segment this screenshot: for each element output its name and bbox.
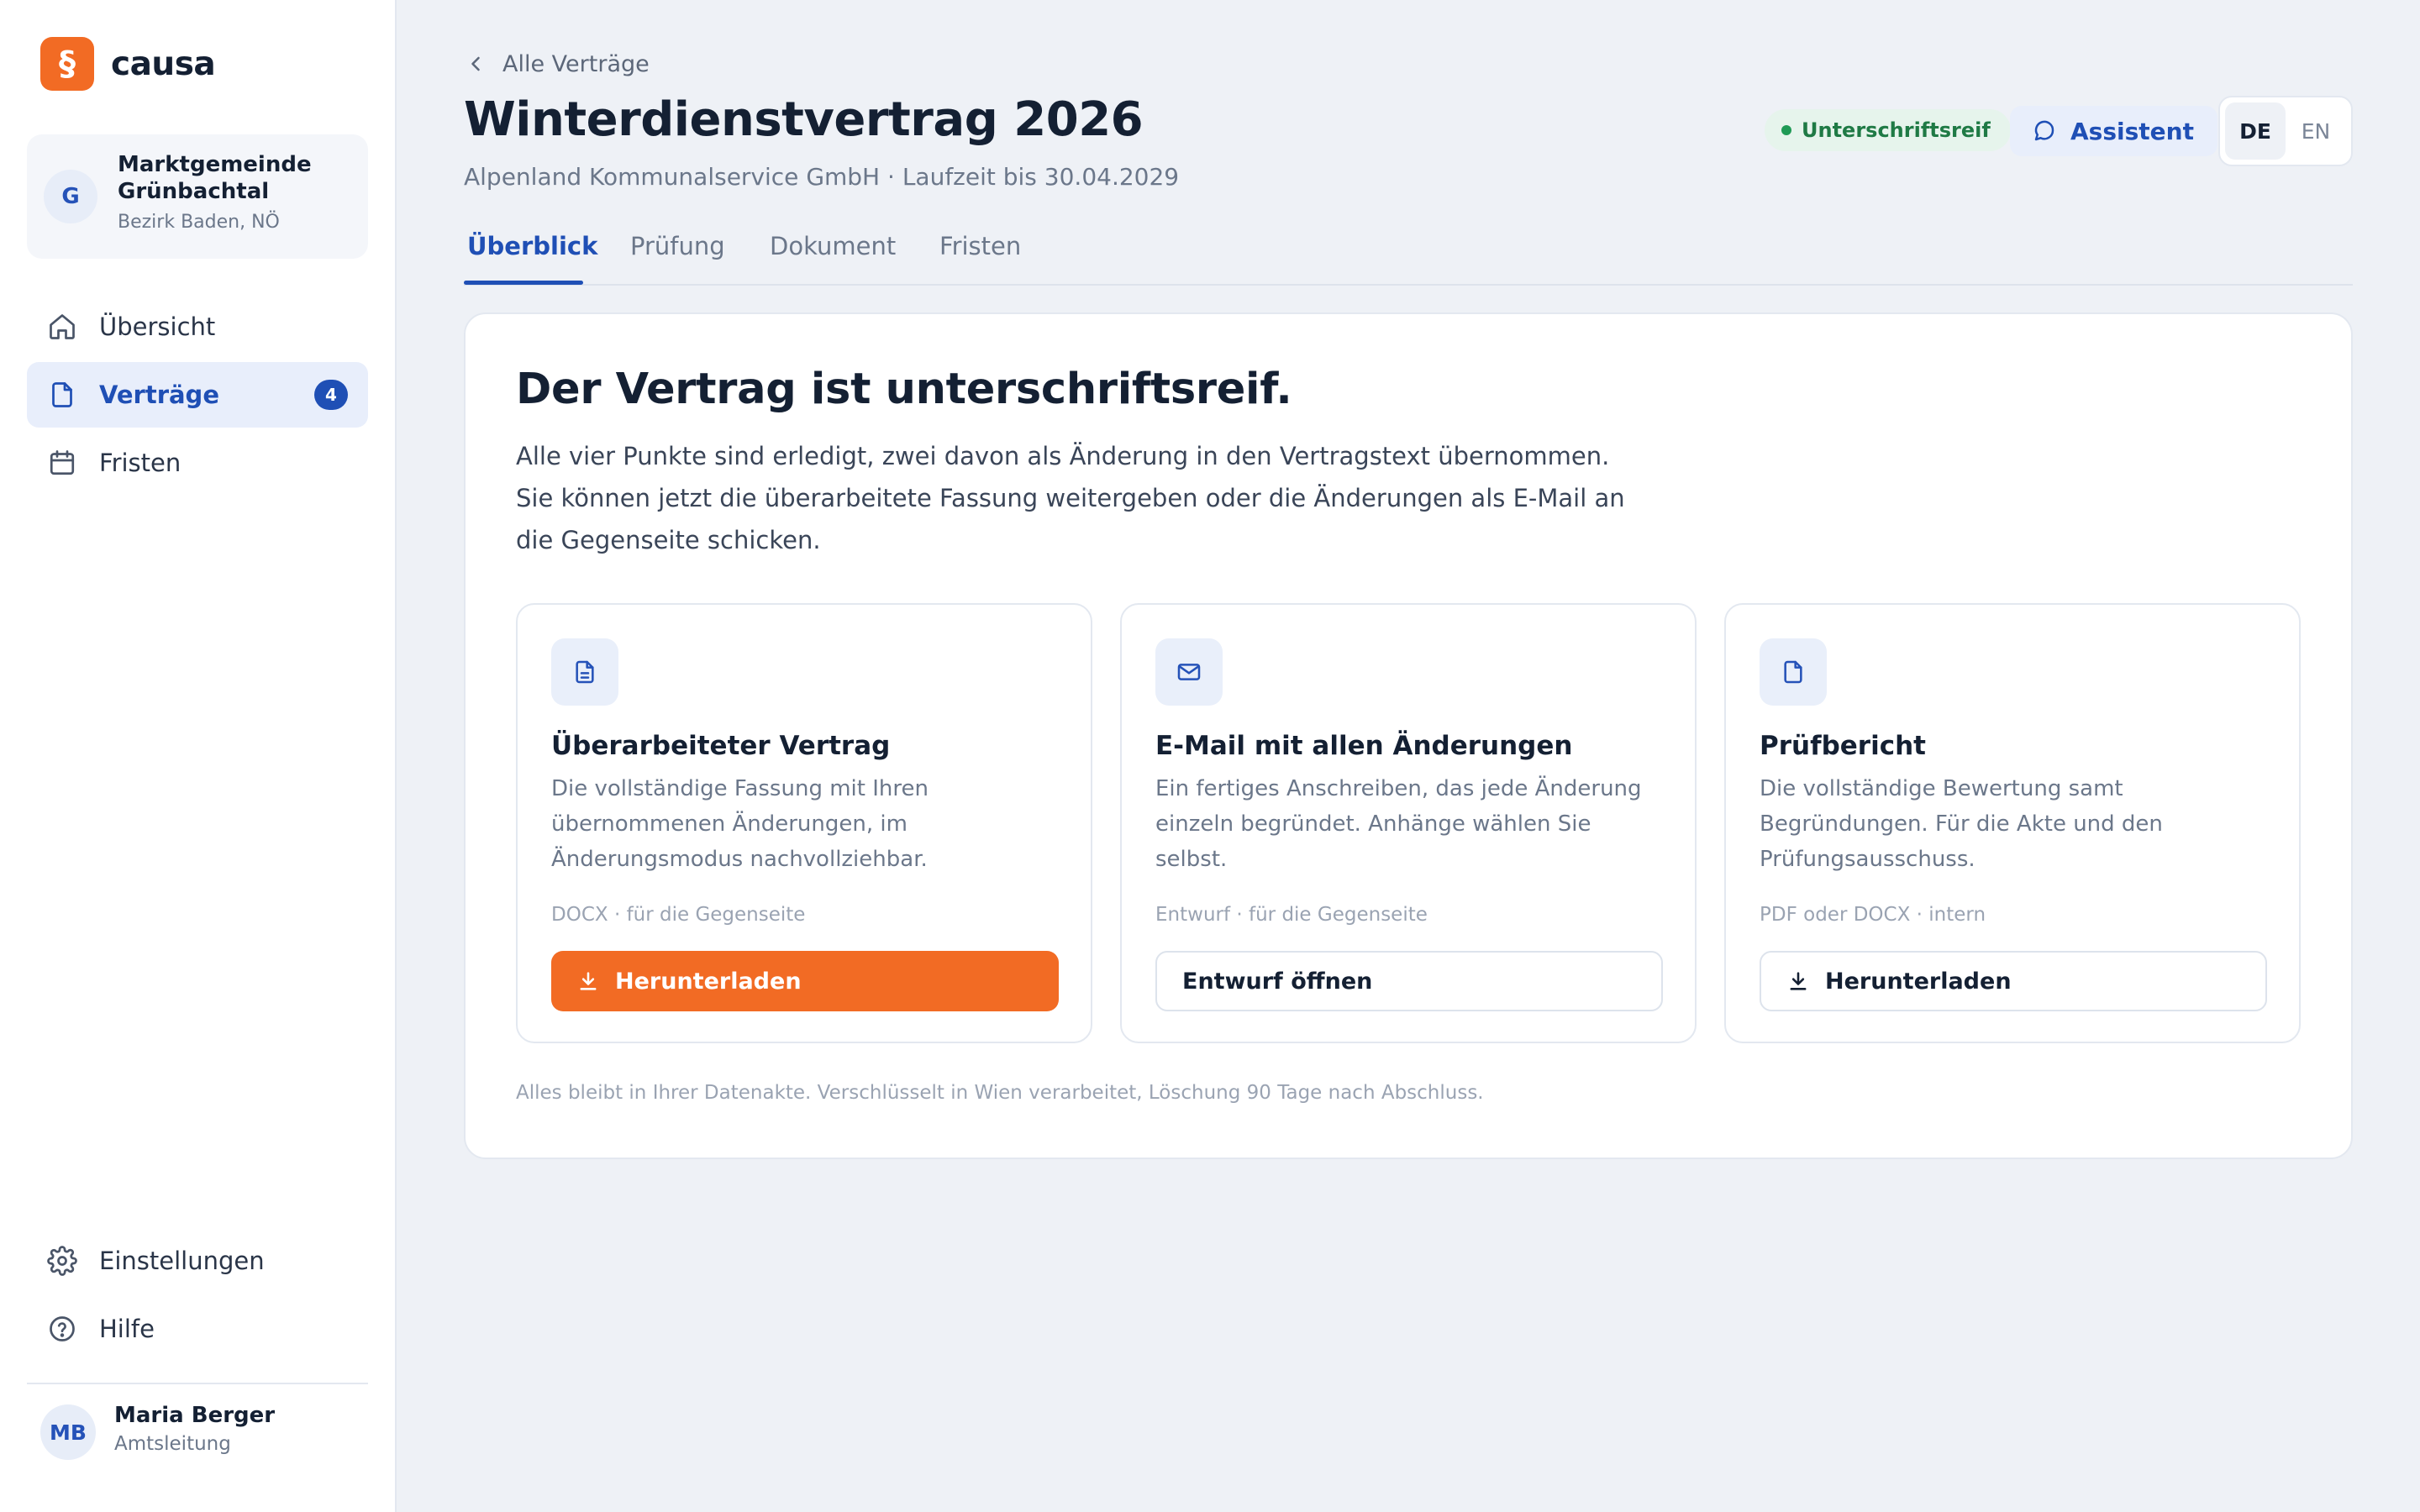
count-badge: 4 bbox=[314, 380, 348, 410]
button-label: Herunterladen bbox=[1825, 968, 2012, 995]
status-badge: Unterschriftsreif bbox=[1765, 109, 2011, 151]
language-toggle: DE EN bbox=[2218, 96, 2353, 166]
sidebar-item-uebersicht[interactable]: Übersicht bbox=[27, 294, 368, 360]
tab-pruefung[interactable]: Prüfung bbox=[630, 232, 725, 260]
brand-name: causa bbox=[111, 45, 216, 83]
gear-icon bbox=[47, 1246, 77, 1276]
card-audit-report: Prüfbericht Die vollständige Bewertung s… bbox=[1724, 603, 2301, 1043]
document-icon bbox=[52, 382, 72, 407]
sidebar-nav: Übersicht Verträge 4 Fristen bbox=[27, 294, 368, 498]
divider bbox=[27, 1383, 368, 1384]
brand-logo: § bbox=[40, 37, 94, 91]
tab-ueberblick[interactable]: Überblick bbox=[467, 232, 597, 260]
card-description: Die vollständige Bewertung samt Begründu… bbox=[1760, 776, 2163, 872]
card-title: Überarbeiteter Vertrag bbox=[551, 731, 891, 761]
sidebar-item-label: Fristen bbox=[99, 449, 182, 477]
sidebar-bottom-nav: Einstellungen Hilfe bbox=[27, 1228, 368, 1364]
card-revised-contract: Überarbeiteter Vertrag Die vollständige … bbox=[516, 603, 1092, 1043]
privacy-footnote: Alles bleibt in Ihrer Datenakte. Verschl… bbox=[516, 1082, 1484, 1104]
card-meta: PDF oder DOCX · intern bbox=[1760, 904, 1986, 926]
download-audit-report-button[interactable]: Herunterladen bbox=[1760, 951, 2267, 1011]
sidebar-item-vertraege[interactable]: Verträge 4 bbox=[27, 362, 368, 428]
back-link-label: Alle Verträge bbox=[502, 50, 650, 77]
open-draft-button[interactable]: Entwurf öffnen bbox=[1155, 951, 1663, 1011]
download-revised-contract-button[interactable]: Herunterladen bbox=[551, 951, 1059, 1011]
button-label: Herunterladen bbox=[615, 968, 802, 995]
organization-switcher[interactable]: G Marktgemeinde Grünbachtal Bezirk Baden… bbox=[27, 134, 368, 259]
language-option-de[interactable]: DE bbox=[2225, 102, 2286, 160]
tab-dokument[interactable]: Dokument bbox=[770, 232, 896, 260]
sidebar-item-label: Hilfe bbox=[99, 1315, 155, 1343]
sidebar-item-fristen[interactable]: Fristen bbox=[27, 430, 368, 496]
download-icon bbox=[580, 972, 597, 990]
assistant-button[interactable]: Assistent bbox=[2010, 106, 2217, 156]
chevron-left-icon bbox=[471, 56, 480, 71]
sidebar: § causa G Marktgemeinde Grünbachtal Bezi… bbox=[0, 0, 397, 1512]
download-icon bbox=[1790, 972, 1807, 990]
tab-fristen[interactable]: Fristen bbox=[939, 232, 1021, 260]
card-description: Ein fertiges Anschreiben, das jede Änder… bbox=[1155, 776, 1642, 872]
status-label: Unterschriftsreif bbox=[1802, 118, 1991, 142]
mail-icon bbox=[1155, 638, 1223, 706]
document-text-icon bbox=[551, 638, 618, 706]
panel-description: Alle vier Punkte sind erledigt, zwei dav… bbox=[516, 442, 1625, 554]
file-icon bbox=[1760, 638, 1827, 706]
help-icon bbox=[50, 1316, 75, 1341]
button-label: Entwurf öffnen bbox=[1182, 968, 1373, 995]
overview-panel: Der Vertrag ist unterschriftsreif. Alle … bbox=[464, 312, 2353, 1159]
sidebar-item-hilfe[interactable]: Hilfe bbox=[27, 1296, 368, 1362]
card-title: Prüfbericht bbox=[1760, 731, 1926, 761]
assistant-button-label: Assistent bbox=[2070, 117, 2194, 145]
card-description: Die vollständige Fassung mit Ihren übern… bbox=[551, 776, 929, 872]
panel-title: Der Vertrag ist unterschriftsreif. bbox=[516, 365, 1292, 414]
status-dot-icon bbox=[1781, 125, 1791, 135]
user-role: Amtsleitung bbox=[114, 1433, 231, 1455]
organization-name: Marktgemeinde Grünbachtal bbox=[118, 152, 312, 204]
tab-bar: Überblick Prüfung Dokument Fristen bbox=[464, 225, 2353, 286]
sidebar-item-label: Verträge bbox=[99, 381, 219, 409]
card-title: E-Mail mit allen Änderungen bbox=[1155, 731, 1573, 761]
sidebar-item-einstellungen[interactable]: Einstellungen bbox=[27, 1228, 368, 1294]
brand[interactable]: § causa bbox=[40, 37, 216, 91]
home-icon bbox=[50, 314, 75, 339]
sidebar-item-label: Übersicht bbox=[99, 312, 216, 341]
organization-avatar: G bbox=[44, 170, 97, 223]
page-subtitle: Alpenland Kommunalservice GmbH · Laufzei… bbox=[464, 163, 1180, 191]
card-email-changes: E-Mail mit allen Änderungen Ein fertiges… bbox=[1120, 603, 1697, 1043]
user-name: Maria Berger bbox=[114, 1403, 276, 1428]
organization-region: Bezirk Baden, NÖ bbox=[118, 212, 280, 233]
language-option-en[interactable]: EN bbox=[2286, 102, 2346, 160]
back-link[interactable]: Alle Verträge bbox=[464, 49, 650, 79]
chat-bubble-icon bbox=[2034, 120, 2054, 141]
card-meta: Entwurf · für die Gegenseite bbox=[1155, 904, 1428, 926]
calendar-icon bbox=[50, 450, 75, 475]
avatar: MB bbox=[40, 1404, 96, 1460]
page-title: Winterdienstvertrag 2026 bbox=[464, 92, 1144, 147]
sidebar-item-label: Einstellungen bbox=[99, 1247, 265, 1275]
active-tab-indicator bbox=[464, 281, 583, 285]
card-meta: DOCX · für die Gegenseite bbox=[551, 904, 806, 926]
